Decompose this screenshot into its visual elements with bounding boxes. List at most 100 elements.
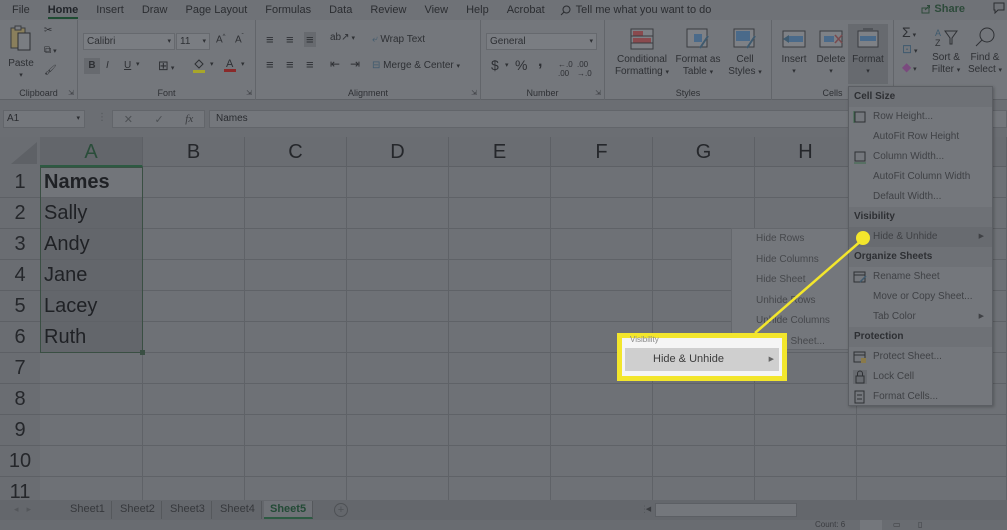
cell-C3[interactable] xyxy=(245,229,347,260)
paste-button[interactable]: Paste ▾ xyxy=(6,24,36,82)
cell-E3[interactable] xyxy=(449,229,551,260)
cell-C5[interactable] xyxy=(245,291,347,322)
cell-E9[interactable] xyxy=(449,415,551,446)
cell-A2[interactable]: Sally xyxy=(40,198,143,229)
cell-C10[interactable] xyxy=(245,446,347,477)
insert-cells-button[interactable]: Insert ▾ xyxy=(778,28,810,78)
cell-I11[interactable] xyxy=(857,477,1007,500)
cell-B2[interactable] xyxy=(143,198,245,229)
cell-F4[interactable] xyxy=(551,260,653,291)
font-color-dropdown-icon[interactable]: ▾ xyxy=(241,60,245,68)
fill-dropdown-icon[interactable]: ▾ xyxy=(210,60,214,68)
protect-sheet-item[interactable]: Protect Sheet... xyxy=(849,347,992,367)
format-cells-button[interactable]: Format ▾ xyxy=(848,24,888,84)
cell-A3[interactable]: Andy xyxy=(40,229,143,260)
cell-B8[interactable] xyxy=(143,384,245,415)
unhide-columns-item[interactable]: Unhide Columns xyxy=(732,311,848,332)
unhide-rows-item[interactable]: Unhide Rows xyxy=(732,291,848,312)
format-cells-item[interactable]: Format Cells... xyxy=(849,387,992,407)
cell-F8[interactable] xyxy=(551,384,653,415)
cell-E4[interactable] xyxy=(449,260,551,291)
add-sheet-button[interactable]: + xyxy=(334,503,348,517)
percent-button[interactable]: % xyxy=(515,57,527,73)
cut-icon[interactable]: ✂ xyxy=(44,25,52,36)
decrease-decimal-icon[interactable]: .00 →.0 xyxy=(577,60,592,78)
cell-A6[interactable]: Ruth xyxy=(40,322,143,353)
cell-A1[interactable]: Names xyxy=(40,167,143,198)
borders-icon[interactable]: ⊞ ▾ xyxy=(158,58,174,74)
cell-G8[interactable] xyxy=(653,384,755,415)
cell-H9[interactable] xyxy=(755,415,857,446)
cell-G11[interactable] xyxy=(653,477,755,500)
row-header-4[interactable]: 4 xyxy=(0,260,40,291)
sheet-tab-3[interactable]: Sheet3 xyxy=(164,501,212,519)
clipboard-launcher-icon[interactable]: ⇲ xyxy=(68,89,74,97)
row-header-1[interactable]: 1 xyxy=(0,167,40,198)
cell-C9[interactable] xyxy=(245,415,347,446)
cell-A11[interactable] xyxy=(40,477,143,500)
autosum-icon[interactable]: Σ ▾ xyxy=(902,24,916,40)
underline-button[interactable]: U xyxy=(124,58,131,74)
find-select-button[interactable]: Find & Select ▾ xyxy=(966,26,1004,77)
conditional-formatting-button[interactable]: Conditional Formatting ▾ xyxy=(613,28,671,79)
enter-icon[interactable]: ✓ xyxy=(155,113,164,126)
tab-data[interactable]: Data xyxy=(320,0,361,20)
cell-B10[interactable] xyxy=(143,446,245,477)
formula-bar-handle-icon[interactable]: ⋮ xyxy=(97,112,107,123)
cell-H8[interactable] xyxy=(755,384,857,415)
decrease-indent-icon[interactable]: ⇤ xyxy=(330,57,340,71)
lock-cell-item[interactable]: Lock Cell xyxy=(849,367,992,387)
cell-H2[interactable] xyxy=(755,198,857,229)
share-button[interactable]: Share xyxy=(917,2,969,16)
cell-F11[interactable] xyxy=(551,477,653,500)
column-header-b[interactable]: B xyxy=(143,137,245,167)
format-as-table-button[interactable]: Format as Table ▾ xyxy=(675,28,721,79)
hide-rows-item[interactable]: Hide Rows xyxy=(732,229,848,250)
cell-D3[interactable] xyxy=(347,229,449,260)
row-header-6[interactable]: 6 xyxy=(0,322,40,353)
cell-F1[interactable] xyxy=(551,167,653,198)
bold-button[interactable]: B xyxy=(84,58,100,74)
sheet-tab-5[interactable]: Sheet5 xyxy=(264,501,314,519)
align-bottom-icon[interactable]: ≡ xyxy=(304,32,316,47)
select-all-button[interactable] xyxy=(0,137,40,167)
callout-hide-unhide-item[interactable]: Hide & Unhide ▶ xyxy=(625,348,779,371)
cell-styles-button[interactable]: Cell Styles ▾ xyxy=(725,28,765,79)
page-layout-view-icon[interactable]: ▭ xyxy=(893,520,901,529)
cell-D8[interactable] xyxy=(347,384,449,415)
scroll-left-icon[interactable]: ◀ xyxy=(642,504,655,516)
cell-E8[interactable] xyxy=(449,384,551,415)
cell-F3[interactable] xyxy=(551,229,653,260)
copy-icon[interactable]: ⧉ ▾ xyxy=(44,45,57,56)
cell-A5[interactable]: Lacey xyxy=(40,291,143,322)
default-width-item[interactable]: Default Width... xyxy=(849,187,992,207)
cell-D1[interactable] xyxy=(347,167,449,198)
merge-center-button[interactable]: ⊟ Merge & Center ▾ xyxy=(372,60,460,71)
column-header-a[interactable]: A xyxy=(40,137,143,167)
cell-H1[interactable] xyxy=(755,167,857,198)
autofit-row-height-item[interactable]: AutoFit Row Height xyxy=(849,127,992,147)
row-header-7[interactable]: 7 xyxy=(0,353,40,384)
align-center-icon[interactable]: ≡ xyxy=(286,57,294,72)
cancel-icon[interactable]: ✕ xyxy=(124,113,133,126)
cell-D2[interactable] xyxy=(347,198,449,229)
cell-E2[interactable] xyxy=(449,198,551,229)
tab-home[interactable]: Home xyxy=(39,0,88,20)
tab-draw[interactable]: Draw xyxy=(133,0,177,20)
sheet-tab-1[interactable]: Sheet1 xyxy=(64,501,112,519)
align-right-icon[interactable]: ≡ xyxy=(306,57,314,72)
row-height-item[interactable]: Row Height... xyxy=(849,107,992,127)
page-break-view-icon[interactable]: ▯ xyxy=(918,520,922,529)
cell-E10[interactable] xyxy=(449,446,551,477)
row-header-5[interactable]: 5 xyxy=(0,291,40,322)
cell-I10[interactable] xyxy=(857,446,1007,477)
sheet-nav-arrows-icon[interactable]: ◂▸ xyxy=(14,504,39,515)
fill-icon[interactable]: ⊡ ▾ xyxy=(902,42,918,56)
cell-A8[interactable] xyxy=(40,384,143,415)
increase-decimal-icon[interactable]: ←.0.00 xyxy=(558,60,573,78)
font-launcher-icon[interactable]: ⇲ xyxy=(246,89,252,97)
italic-button[interactable]: I xyxy=(106,58,109,74)
insert-function-icon[interactable]: fx xyxy=(185,113,193,125)
orientation-icon[interactable]: ab↗ ▾ xyxy=(330,32,355,43)
cell-B1[interactable] xyxy=(143,167,245,198)
